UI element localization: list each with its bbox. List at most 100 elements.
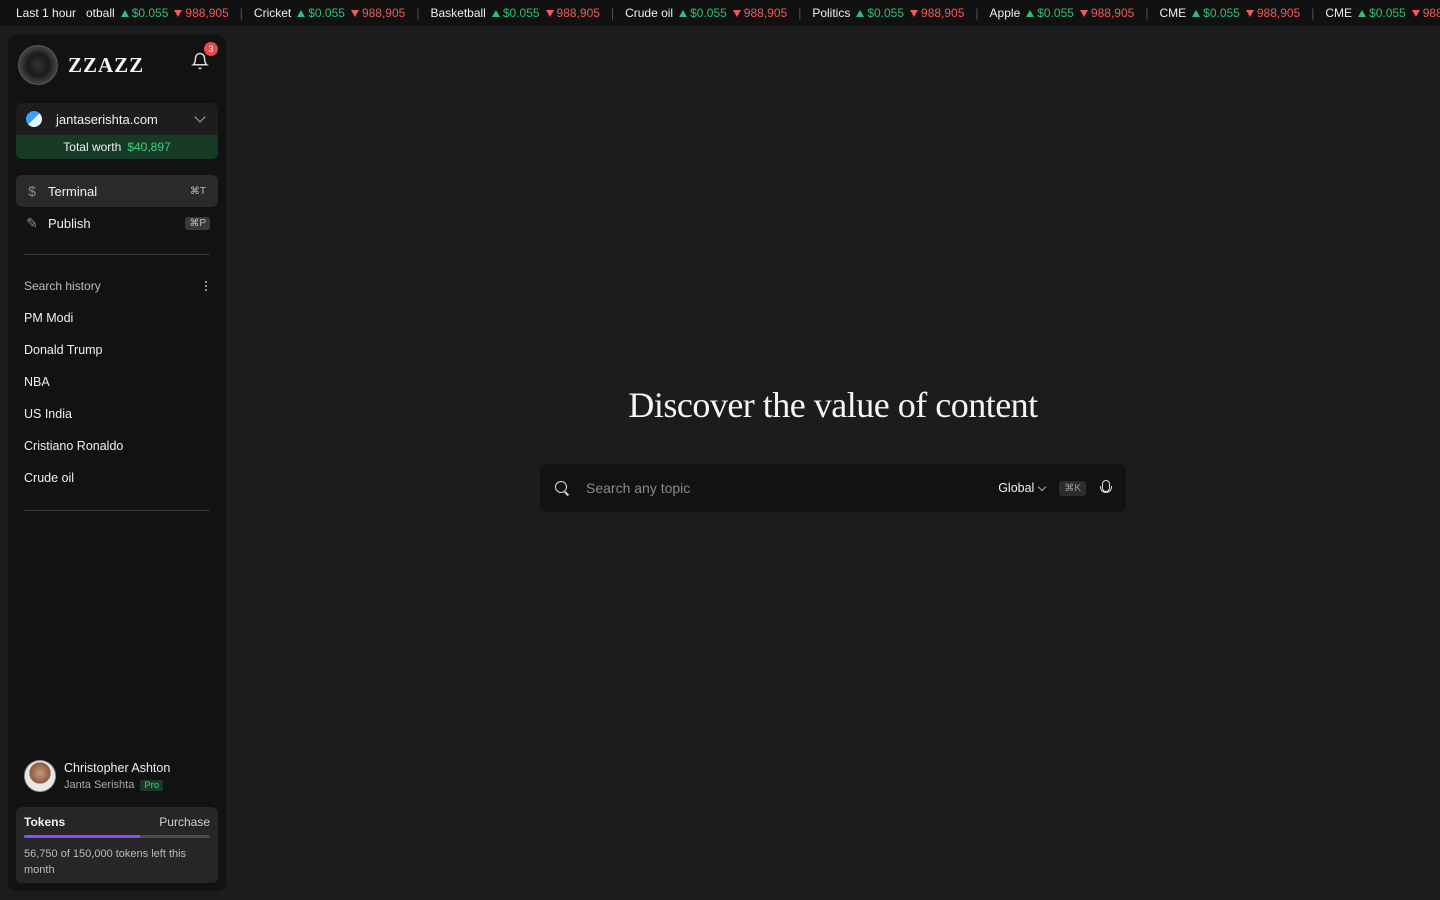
history-item[interactable]: NBA: [24, 375, 50, 389]
arrow-up-icon: [491, 9, 500, 17]
price-value: $0.055: [131, 6, 169, 20]
avatar: [24, 760, 56, 792]
price-value: $0.055: [502, 6, 540, 20]
arrow-up-icon: [1192, 9, 1201, 17]
ticker-volume: 988,905: [174, 6, 229, 20]
arrow-down-icon: [1079, 9, 1088, 17]
ticker-item[interactable]: CME $0.055 988,905: [1159, 6, 1300, 20]
scope-label: Global: [998, 481, 1035, 495]
ticker-name: otball: [86, 6, 115, 20]
worth-value: $40,897: [127, 140, 171, 154]
ticker-name: Crude oil: [625, 6, 674, 20]
arrow-up-icon: [679, 9, 688, 17]
ticker-item[interactable]: Politics $0.055 988,905: [812, 6, 964, 20]
nav-label: Terminal: [48, 183, 98, 199]
volume-value: 988,905: [921, 6, 965, 20]
search-input[interactable]: [586, 480, 999, 496]
arrow-down-icon: [1411, 9, 1420, 17]
ticker-separator: |: [1311, 6, 1315, 20]
chevron-down-icon: [194, 111, 206, 123]
total-worth: Total worth $40,897: [16, 135, 218, 159]
price-value: $0.055: [690, 6, 727, 20]
ticker-name: CME: [1325, 6, 1353, 20]
page-headline: Discover the value of content: [628, 385, 1038, 425]
price-value: $0.055: [308, 6, 345, 20]
arrow-up-icon: [1358, 9, 1367, 17]
arrow-up-icon: [297, 9, 306, 17]
tokens-progress-fill: [24, 835, 140, 838]
ticker-volume: 988,905: [545, 6, 600, 20]
ticker-price: $0.055: [120, 6, 169, 20]
user-profile[interactable]: Christopher Ashton Janta Serishta Pro: [24, 759, 218, 793]
volume-value: 988,905: [1256, 6, 1301, 20]
notification-badge: 3: [204, 42, 218, 56]
nav-label: Publish: [48, 215, 91, 231]
history-item[interactable]: Donald Trump: [24, 343, 103, 357]
ticker-item[interactable]: Cricket $0.055 988,905: [254, 6, 405, 20]
chevron-down-icon: [1038, 482, 1047, 491]
tokens-remaining: 56,750 of 150,000 tokens left this month: [24, 848, 187, 876]
ticker-price: $0.055: [1026, 6, 1074, 20]
nav-publish[interactable]: ✎ Publish ⌘P: [16, 207, 218, 239]
microphone-icon[interactable]: [1098, 479, 1112, 497]
history-item[interactable]: Crude oil: [24, 471, 74, 485]
volume-value: 988,905: [556, 6, 600, 20]
ticker-timeframe[interactable]: Last 1 hour: [16, 6, 87, 20]
nav-terminal[interactable]: $ Terminal ⌘T: [16, 175, 218, 207]
ticker-volume: 988,905: [910, 6, 964, 20]
arrow-down-icon: [910, 9, 919, 17]
ticker-separator: |: [416, 6, 420, 20]
volume-value: 988,905: [361, 6, 406, 20]
shortcut-hint: ⌘P: [185, 216, 210, 230]
ticker-track: otball $0.055 988,905 | Cricket $0.055 988,905…: [86, 6, 1440, 20]
logo-icon: [18, 45, 58, 85]
history-item[interactable]: US India: [24, 407, 72, 421]
ticker-volume: 988,905: [350, 6, 406, 20]
history-item[interactable]: PM Modi: [24, 311, 73, 325]
price-value: $0.055: [1369, 6, 1406, 20]
arrow-down-icon: [174, 9, 183, 17]
ticker-item[interactable]: CME $0.055 988,905: [1325, 6, 1440, 20]
volume-value: 988,905: [1090, 6, 1135, 20]
market-ticker: otball $0.055 988,905 | Cricket $0.055 988,905…: [0, 0, 1440, 26]
site-favicon-icon: [26, 111, 42, 127]
ticker-item[interactable]: otball $0.055 988,905: [86, 6, 229, 20]
price-value: $0.055: [867, 6, 905, 20]
scope-dropdown[interactable]: Global: [998, 481, 1047, 495]
ticker-separator: |: [1145, 6, 1149, 20]
ticker-item[interactable]: Basketball $0.055 988,905: [430, 6, 599, 20]
ticker-item[interactable]: Crude oil $0.055 988,905: [625, 6, 787, 20]
ticker-volume: 988,905: [1411, 6, 1440, 20]
purchase-link[interactable]: Purchase: [159, 815, 210, 829]
search-history-header: Search history: [24, 279, 210, 293]
ticker-name: Politics: [812, 6, 851, 20]
ticker-name: Cricket: [253, 6, 292, 20]
ticker-name: CME: [1159, 6, 1187, 20]
arrow-down-icon: [1245, 9, 1254, 17]
volume-value: 988,905: [1422, 6, 1440, 20]
site-name: jantaserishta.com: [56, 111, 158, 127]
site-selector[interactable]: jantaserishta.com Total worth $40,897: [16, 103, 218, 159]
price-value: $0.055: [1037, 6, 1074, 20]
arrow-down-icon: [732, 9, 741, 17]
shortcut-hint: ⌘T: [189, 185, 206, 197]
divider: [24, 510, 210, 511]
ticker-separator: |: [610, 6, 615, 20]
divider: [24, 254, 210, 255]
tokens-title: Tokens: [24, 815, 66, 829]
ticker-price: $0.055: [679, 6, 727, 20]
ticker-price: $0.055: [297, 6, 345, 20]
more-options-icon[interactable]: [204, 281, 208, 291]
history-item[interactable]: Cristiano Ronaldo: [24, 439, 123, 453]
price-value: $0.055: [1203, 6, 1240, 20]
ticker-price: $0.055: [1192, 6, 1240, 20]
user-name: Christopher Ashton: [64, 761, 171, 775]
pen-icon: ✎: [26, 214, 38, 231]
ticker-volume: 988,905: [732, 6, 787, 20]
ticker-item[interactable]: Apple $0.055 988,905: [990, 6, 1135, 20]
arrow-up-icon: [856, 9, 865, 17]
arrow-down-icon: [545, 9, 554, 17]
ticker-price: $0.055: [1358, 6, 1406, 20]
shortcut-hint: ⌘K: [1059, 480, 1086, 496]
brand[interactable]: ZZAZZ: [18, 44, 218, 86]
